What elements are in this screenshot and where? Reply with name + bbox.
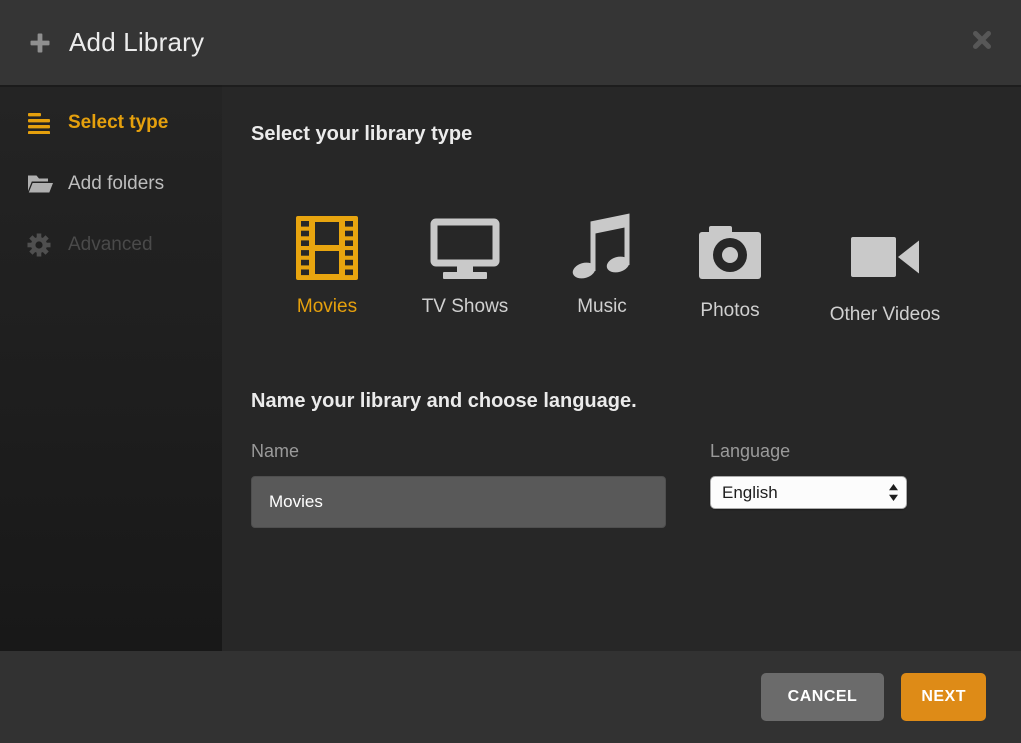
film-icon [296,214,358,280]
library-type-option-tv-shows[interactable]: TV Shows [420,214,510,326]
library-type-option-movies[interactable]: Movies [289,214,365,326]
library-type-heading: Select your library type [251,121,1021,148]
add-library-dialog: Add Library Select [0,0,1021,743]
sidebar-item-select-type[interactable]: Select type [0,103,222,143]
type-label: Movies [297,296,357,318]
close-icon [970,28,994,55]
name-field-group: Name [251,441,666,528]
camera-icon [698,214,762,280]
sidebar: Select type Add folders [0,85,222,651]
language-select[interactable]: English [710,476,907,509]
library-type-option-music[interactable]: Music [567,214,637,326]
sidebar-item-advanced: Advanced [0,225,222,265]
video-camera-icon [850,214,920,280]
main-content: Select your library type [222,85,1021,651]
library-type-row: Movies TV Shows [251,214,1021,326]
language-field-group: Language English [710,441,907,528]
name-language-section: Name your library and choose language. N… [251,388,1021,528]
sidebar-item-add-folders[interactable]: Add folders [0,164,222,204]
page-title: Add Library [69,27,204,58]
language-label: Language [710,441,907,463]
library-type-option-other-videos[interactable]: Other Videos [829,214,941,326]
language-selected-value: English [722,483,778,503]
footer-bar: CANCEL NEXT [0,651,1021,743]
next-button[interactable]: NEXT [901,673,986,721]
dialog-header: Add Library [0,0,1021,85]
folder-icon [27,174,55,194]
sidebar-item-label: Select type [68,112,168,134]
gear-icon [27,233,55,257]
type-label: Other Videos [830,304,941,326]
fields-row: Name Language English [251,441,1021,528]
library-type-option-photos[interactable]: Photos [694,214,766,326]
music-note-icon [571,214,633,280]
select-stepper-arrows-icon [888,483,899,502]
type-label: TV Shows [422,296,509,318]
name-label: Name [251,441,666,463]
name-language-heading: Name your library and choose language. [251,388,1021,415]
tv-icon [430,214,500,280]
list-lines-icon [27,112,55,134]
type-label: Photos [700,300,759,322]
close-button[interactable] [969,28,995,54]
dialog-body: Select type Add folders [0,85,1021,651]
plus-icon [28,31,52,55]
sidebar-item-label: Advanced [68,234,153,256]
cancel-button[interactable]: CANCEL [761,673,885,721]
sidebar-item-label: Add folders [68,173,164,195]
library-name-input[interactable] [251,476,666,528]
type-label: Music [577,296,627,318]
